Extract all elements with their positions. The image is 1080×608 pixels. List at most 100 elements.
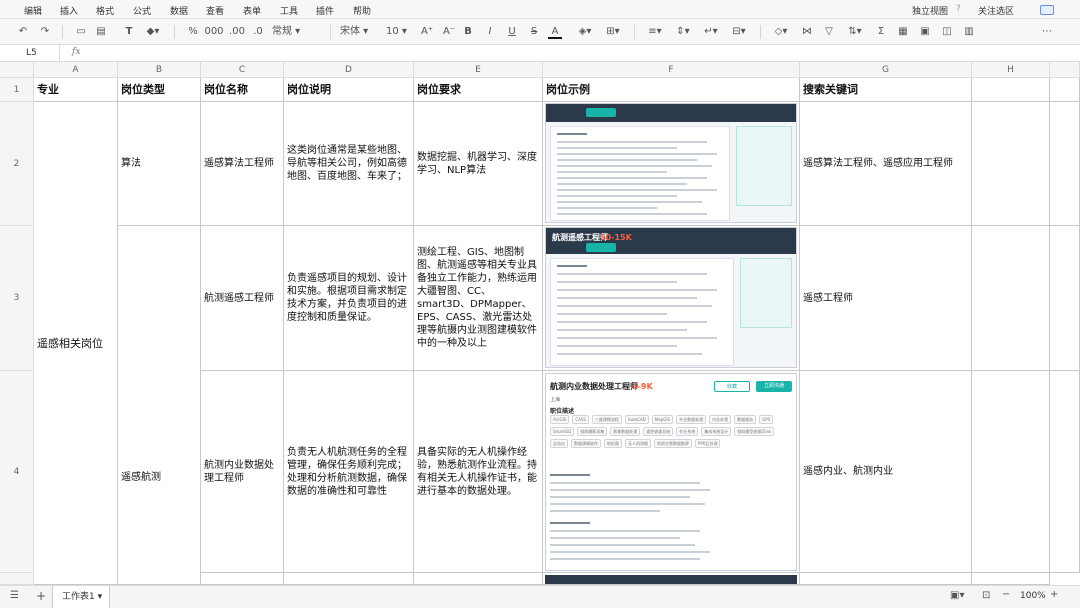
cell-req-algorithm[interactable]: 数据挖掘、机器学习、深度学习、NLP算法 [414,102,543,226]
underline-button[interactable]: U [506,25,518,39]
cell-type-blank[interactable] [118,226,201,371]
cell-d5[interactable] [284,573,414,585]
cloud-icon[interactable] [1040,5,1054,15]
print-icon[interactable]: ▭ [74,25,88,39]
cell-name-algorithm-engineer[interactable]: 遥感算法工程师 [201,102,284,226]
zoom-out-icon[interactable]: − [1002,589,1010,600]
cell-i2[interactable] [1050,102,1080,226]
merge-cells-icon[interactable]: ⊟▾ [730,25,748,39]
cell-example-data-processing[interactable]: 航测内业数据处理工程师 4-9K 收藏 立即沟通 上海 职位描述 ArcGIS C… [543,371,800,573]
cell-i1[interactable] [1050,78,1080,102]
cell-type-survey[interactable]: 遥感航测 [118,371,201,585]
cell-keywords-data-processing[interactable]: 遥感内业、航测内业 [800,371,972,573]
menu-insert[interactable]: 插入 [60,4,78,17]
menu-format[interactable]: 格式 [96,4,114,17]
row-header-5[interactable] [0,573,34,585]
column-header-e[interactable]: E [414,62,543,78]
cell-h2[interactable] [972,102,1050,226]
menu-formula[interactable]: 公式 [133,4,151,17]
cell-i4[interactable] [1050,371,1080,573]
header-cell-desc[interactable]: 岗位说明 [284,78,414,102]
strikethrough-button[interactable]: S [528,25,540,39]
comment-icon[interactable]: ◫ [940,25,954,39]
fill-handle-icon[interactable]: ◇▾ [772,25,790,39]
decrease-decimal-button[interactable]: .00 [228,25,246,39]
header-cell-example[interactable]: 岗位示例 [543,78,800,102]
number-format-select[interactable]: 常规 ▾ [272,25,322,39]
row-header-2[interactable]: 2 [0,102,34,226]
thousands-button[interactable]: 000 [204,25,224,39]
help-circle-icon[interactable]: ? [956,4,961,14]
row-header-1[interactable]: 1 [0,78,34,102]
more-icon[interactable]: ⋯ [1040,25,1054,39]
format-painter-icon[interactable]: T [122,25,136,39]
cell-req-data-processing[interactable]: 具备实际的无人机操作经验，熟悉航测作业流程。持有相关无人机操作证书，能进行基本的… [414,371,543,573]
align-left-icon[interactable]: ≡▾ [646,25,664,39]
vertical-align-icon[interactable]: ⇕▾ [674,25,692,39]
fit-icon[interactable]: ⊡ [982,590,990,601]
fill-color-icon[interactable]: ◈▾ [576,25,594,39]
sum-icon[interactable]: Σ [874,25,888,39]
font-size-select[interactable]: 10 ▾ [386,25,416,39]
filter-icon[interactable]: ▽ [822,25,836,39]
menu-view[interactable]: 查看 [206,4,224,17]
cell-h5[interactable] [972,573,1050,585]
image-icon[interactable]: ▣ [918,25,932,39]
cell-name-survey-engineer[interactable]: 航测遥感工程师 [201,226,284,371]
condition-format-icon[interactable]: ▥ [962,25,976,39]
zoom-in-icon[interactable]: + [1050,589,1058,600]
cell-i3[interactable] [1050,226,1080,371]
cell-reference-box[interactable]: L5 [0,45,60,62]
view-mode-button[interactable]: 独立视图 [912,4,948,17]
column-header-extra[interactable] [1050,62,1080,78]
select-all-corner[interactable] [0,62,34,78]
italic-button[interactable]: I [484,25,496,39]
zoom-level[interactable]: 100% [1020,591,1046,601]
menu-form[interactable]: 表单 [243,4,261,17]
font-select[interactable]: 宋体 ▾ [340,25,380,39]
header-cell-req[interactable]: 岗位要求 [414,78,543,102]
header-cell-major[interactable]: 专业 [34,78,118,102]
major-merged-cell[interactable]: 遥感相关岗位 [34,102,118,585]
column-header-d[interactable]: D [284,62,414,78]
cell-c5[interactable] [201,573,284,585]
chart-icon[interactable]: ▦ [896,25,910,39]
freeze-icon[interactable]: ⋈ [800,25,814,39]
sheet-list-icon[interactable]: ☰ [10,590,19,601]
cell-h1[interactable] [972,78,1050,102]
column-header-f[interactable]: F [543,62,800,78]
cell-g5[interactable] [800,573,972,585]
menu-tools[interactable]: 工具 [280,4,298,17]
function-icon[interactable]: fx [72,47,80,57]
page-view-icon[interactable]: ▣▾ [950,590,964,601]
follow-selection-toggle[interactable]: 关注选区 [978,4,1014,17]
menu-help[interactable]: 帮助 [353,4,371,17]
increase-font-icon[interactable]: A⁺ [420,25,434,39]
font-color-button[interactable]: A [548,25,562,39]
cell-keywords-algorithm[interactable]: 遥感算法工程师、遥感应用工程师 [800,102,972,226]
cell-desc-survey[interactable]: 负责遥感项目的规划、设计和实施。根据项目需求制定技术方案，并负责项目的进度控制和… [284,226,414,371]
cell-h4[interactable] [972,371,1050,573]
sheet-tab-1[interactable]: 工作表1 ▾ [52,586,110,608]
cell-e5[interactable] [414,573,543,585]
eraser-icon[interactable]: ◆▾ [144,25,162,39]
cell-example-algorithm[interactable] [543,102,800,226]
cell-h3[interactable] [972,226,1050,371]
column-header-a[interactable]: A [34,62,118,78]
sort-icon[interactable]: ⇅▾ [846,25,864,39]
cell-type-algorithm[interactable]: 算法 [118,102,201,226]
column-header-c[interactable]: C [201,62,284,78]
header-cell-name[interactable]: 岗位名称 [201,78,284,102]
column-header-b[interactable]: B [118,62,201,78]
bold-button[interactable]: B [462,25,474,39]
row-header-4[interactable]: 4 [0,371,34,573]
header-cell-keywords[interactable]: 搜索关键词 [800,78,972,102]
decrease-font-icon[interactable]: A⁻ [442,25,456,39]
border-icon[interactable]: ⊞▾ [604,25,622,39]
column-header-g[interactable]: G [800,62,972,78]
cell-desc-algorithm[interactable]: 这类岗位通常是某些地图、导航等相关公司，例如高德地图、百度地图、车来了； [284,102,414,226]
row-header-3[interactable]: 3 [0,226,34,371]
menu-data[interactable]: 数据 [170,4,188,17]
paste-icon[interactable]: ▤ [94,25,108,39]
add-sheet-icon[interactable]: + [36,589,46,603]
